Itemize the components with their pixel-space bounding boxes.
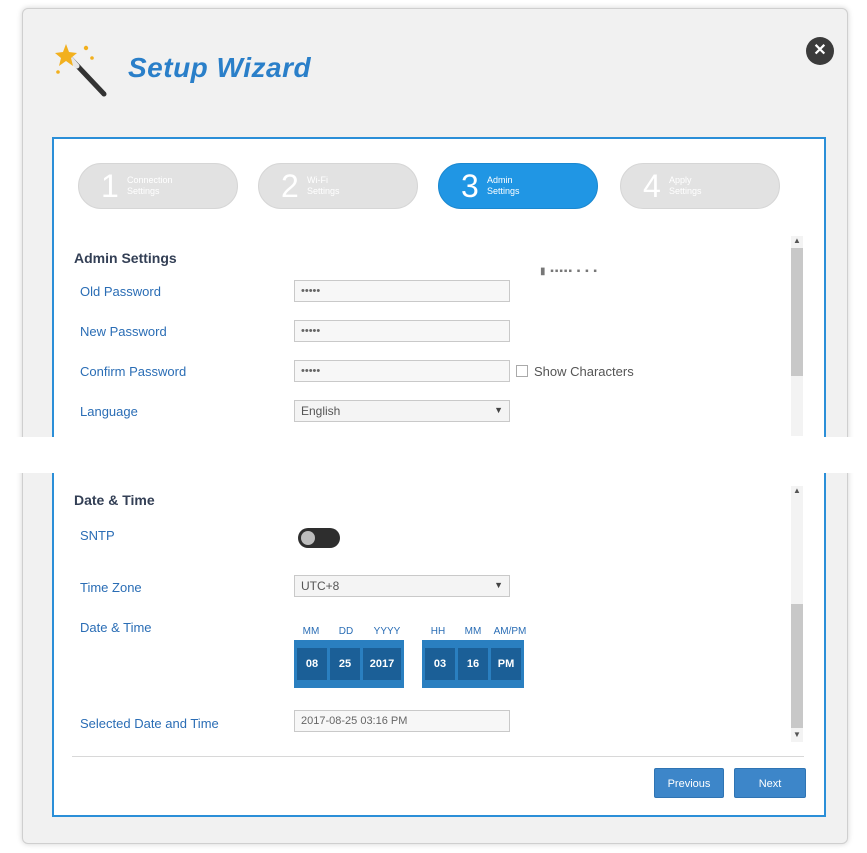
scroll-up-icon[interactable]: ▲ — [791, 236, 803, 245]
scroll-thumb[interactable] — [791, 248, 803, 376]
step-label: Apply Settings — [669, 175, 702, 196]
date-picker: 08 25 2017 — [294, 640, 404, 688]
date-time-heading: Date & Time — [74, 492, 155, 508]
chevron-down-icon: ▼ — [494, 405, 503, 415]
hour-spinner[interactable]: 03 — [425, 643, 455, 685]
ampm-spinner[interactable]: PM — [491, 643, 521, 685]
screenshot-gap — [0, 437, 867, 473]
step-number: 3 — [461, 168, 479, 204]
step-admin-settings[interactable]: 3 Admin Settings — [438, 163, 598, 209]
admin-settings-heading: Admin Settings — [74, 250, 177, 266]
step-connection-settings[interactable]: 1 Connection Settings — [78, 163, 238, 209]
step-wifi-settings[interactable]: 2 Wi-Fi Settings — [258, 163, 418, 209]
footer-divider — [72, 756, 804, 757]
step-number: 2 — [281, 168, 299, 204]
previous-button[interactable]: Previous — [654, 768, 724, 798]
selected-date-time-label: Selected Date and Time — [80, 716, 219, 731]
new-password-input[interactable] — [294, 320, 510, 342]
selected-date-time-field — [294, 710, 510, 732]
dt-header-year: YYYY — [373, 626, 401, 637]
dt-header-month: MM — [302, 626, 320, 637]
step-apply-settings[interactable]: 4 Apply Settings — [620, 163, 780, 209]
show-characters-label: Show Characters — [534, 364, 634, 379]
next-button[interactable]: Next — [734, 768, 806, 798]
dt-header-hour: HH — [430, 626, 446, 637]
confirm-password-label: Confirm Password — [80, 364, 187, 379]
language-label: Language — [80, 404, 138, 419]
magic-wand-icon — [55, 44, 107, 97]
time-zone-value: UTC+8 — [301, 579, 340, 593]
time-picker: 03 16 PM — [422, 640, 524, 688]
new-password-label: New Password — [80, 324, 167, 339]
sntp-label: SNTP — [80, 528, 115, 543]
password-strength-hint: ▮ ▪▪▪▪▪ ▪ ▪ ▪ — [540, 266, 598, 277]
dt-header-day: DD — [338, 626, 354, 637]
dt-header-ampm: AM/PM — [493, 626, 527, 637]
step-label: Connection Settings — [127, 175, 173, 196]
time-zone-select[interactable]: UTC+8 ▼ — [294, 575, 510, 597]
step-number: 1 — [101, 168, 119, 204]
scroll-down-icon[interactable]: ▼ — [791, 730, 803, 739]
chevron-down-icon: ▼ — [494, 580, 503, 590]
scrollbar[interactable]: ▲ — [791, 236, 803, 436]
language-select[interactable]: English ▼ — [294, 400, 510, 422]
toggle-knob — [301, 531, 315, 545]
sntp-toggle[interactable] — [298, 528, 340, 548]
step-label: Wi-Fi Settings — [307, 175, 340, 196]
scroll-up-icon[interactable]: ▲ — [791, 486, 803, 495]
month-spinner[interactable]: 08 — [297, 643, 327, 685]
dt-header-minute: MM — [464, 626, 482, 637]
old-password-input[interactable] — [294, 280, 510, 302]
scroll-thumb[interactable] — [791, 604, 803, 728]
minute-spinner[interactable]: 16 — [458, 643, 488, 685]
time-zone-label: Time Zone — [80, 580, 142, 595]
step-number: 4 — [643, 168, 661, 204]
year-spinner[interactable]: 2017 — [363, 643, 401, 685]
old-password-label: Old Password — [80, 284, 161, 299]
close-icon[interactable]: ✕ — [806, 37, 834, 65]
day-spinner[interactable]: 25 — [330, 643, 360, 685]
step-label: Admin Settings — [487, 175, 520, 196]
confirm-password-input[interactable] — [294, 360, 510, 382]
wizard-title: Setup Wizard — [128, 52, 312, 83]
scrollbar-lower[interactable]: ▲ ▼ — [791, 486, 803, 742]
date-time-label: Date & Time — [80, 620, 152, 635]
language-value: English — [301, 404, 341, 418]
show-characters-checkbox[interactable] — [516, 365, 528, 377]
